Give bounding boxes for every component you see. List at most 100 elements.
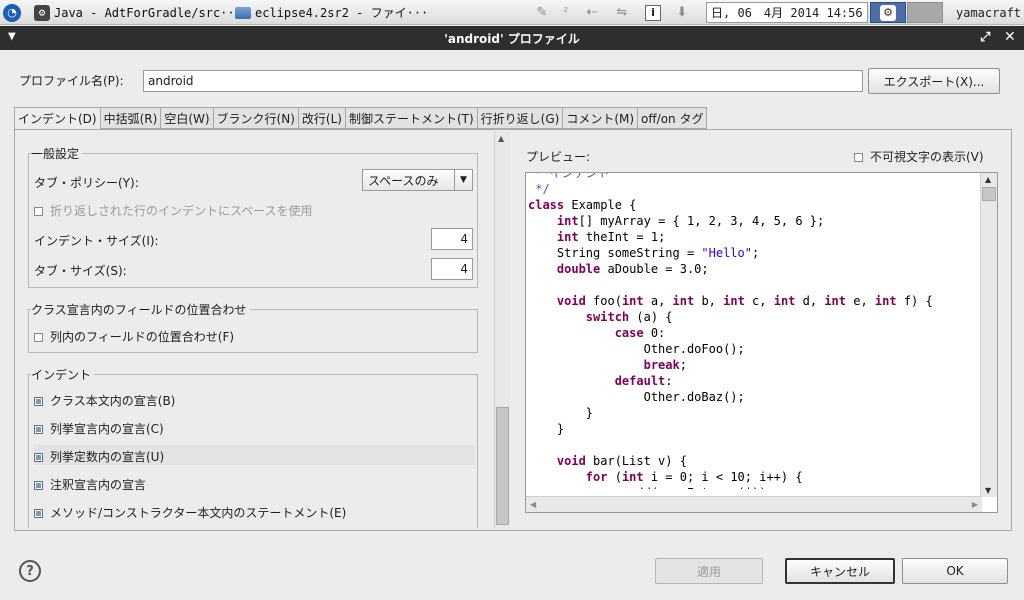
indent-checkbox[interactable] — [34, 509, 43, 518]
tab-line-wrapping[interactable]: 行折り返し(G) — [477, 107, 564, 129]
dialog-title: 'android' プロファイル — [444, 31, 580, 46]
code-token: ; — [679, 358, 687, 372]
code-token: String someString = — [528, 246, 702, 260]
code-token: void — [556, 294, 586, 308]
tray-edit[interactable]: ✎ — [534, 0, 550, 25]
tray-network[interactable]: ⇋ — [614, 0, 630, 25]
field-alignment-title: クラス宣言内のフィールドの位置合わせ — [31, 301, 250, 318]
taskbar: ◔ ⚙ Java - AdtForGradle/src··· eclipse4.… — [0, 0, 1024, 25]
indent-size-input[interactable]: 4 — [431, 228, 473, 250]
wrap-indent-label: 折り返しされた行のインデントにスペースを使用 — [50, 204, 313, 218]
tab-indent[interactable]: インデント(D) — [14, 107, 101, 130]
code-token: 0: — [643, 326, 666, 340]
tab-whitespace[interactable]: 空白(W) — [161, 107, 214, 129]
tab-blank-lines[interactable]: ブランク行(N) — [213, 107, 299, 129]
indent-option[interactable]: 注釈宣言内の宣言 — [34, 476, 146, 493]
show-invisible-label: 不可視文字の表示(V) — [870, 150, 984, 164]
code-text: * インデント */class Example { int[] myArray … — [528, 173, 978, 489]
scroll-right-icon[interactable]: ▶ — [972, 500, 978, 509]
code-preview[interactable]: * インデント */class Example { int[] myArray … — [525, 172, 998, 513]
taskbar-window-folder[interactable]: eclipse4.2sr2 - ファイ··· — [235, 0, 428, 25]
close-icon[interactable]: ✕ — [1004, 29, 1016, 45]
tab-off-on-tags[interactable]: off/on タグ — [638, 107, 708, 129]
preview-horizontal-scrollbar[interactable]: ◀ ▶ — [526, 496, 982, 512]
code-line: v.add(new Integer(i)); — [528, 485, 978, 489]
code-token: double — [556, 262, 601, 276]
ok-button[interactable]: OK — [902, 558, 1008, 584]
indent-checkbox[interactable] — [34, 425, 43, 434]
tray-sleep[interactable]: ᶻ — [558, 0, 574, 25]
folder-icon — [235, 6, 251, 19]
window-menu-icon[interactable]: ▼ — [8, 31, 16, 42]
scroll-up-icon[interactable]: ▲ — [985, 175, 991, 184]
code-token: break — [643, 358, 680, 372]
tab-strip: インデント(D) 中括弧(R) 空白(W) ブランク行(N) 改行(L) 制御ス… — [14, 107, 708, 130]
indent-option[interactable]: 列挙宣言内の宣言(C) — [34, 420, 164, 437]
code-token: int — [556, 214, 579, 228]
settings-scrollbar[interactable]: ▲ — [494, 131, 510, 528]
settings-scroll-thumb[interactable] — [496, 407, 509, 525]
settings-pane: 一般設定 タブ・ポリシー(Y): スペースのみ ▼ 折り返しされた行のインデント… — [26, 140, 493, 528]
indent-option[interactable]: メソッド/コンストラクター本文内のステートメント(E) — [34, 504, 346, 521]
scroll-left-icon[interactable]: ◀ — [530, 500, 536, 509]
preview-vertical-scrollbar[interactable]: ▲ ▼ — [980, 173, 997, 497]
indent-size-label: インデント・サイズ(I): — [34, 234, 159, 248]
code-line: void foo(int a, int b, int c, int d, int… — [528, 293, 978, 309]
workspace-2[interactable] — [907, 2, 943, 23]
indent-option[interactable]: 列挙定数内の宣言(U) — [34, 448, 164, 465]
indent-option[interactable]: クラス本文内の宣言(B) — [34, 392, 175, 409]
code-token: case — [614, 326, 644, 340]
tray-download[interactable]: ⬇ — [674, 0, 690, 25]
export-button[interactable]: エクスポート(X)... — [868, 68, 1000, 94]
apply-button[interactable]: 適用 — [655, 558, 763, 584]
code-token: int — [621, 294, 644, 308]
code-token: b, — [694, 294, 724, 308]
workspace-gear-icon: ⚙ — [880, 4, 896, 21]
maximize-icon[interactable]: ⤢ — [980, 30, 990, 45]
code-token: "Hello" — [701, 246, 752, 260]
align-columns-checkbox[interactable] — [34, 333, 43, 342]
code-token: v.add(new Integer(i)); — [528, 486, 774, 489]
tray-arrow[interactable]: ⇠ — [584, 0, 600, 25]
dialog-titlebar: ▼ 'android' プロファイル ⤢ ✕ — [0, 26, 1024, 50]
code-line: Other.doBaz(); — [528, 389, 978, 405]
workspace-1[interactable]: ⚙ — [870, 2, 906, 23]
show-invisible-checkbox[interactable] — [854, 153, 863, 162]
tab-braces[interactable]: 中括弧(R) — [100, 107, 162, 129]
taskbar-window-java[interactable]: ⚙ Java - AdtForGradle/src··· — [34, 0, 242, 25]
tab-control-statements[interactable]: 制御ステートメント(T) — [345, 107, 478, 129]
user-name[interactable]: yamacraft — [956, 0, 1021, 25]
code-line: } — [528, 405, 978, 421]
tray-info[interactable]: i — [645, 0, 661, 25]
code-token: int — [621, 470, 644, 484]
show-invisible-option[interactable]: 不可視文字の表示(V) — [854, 148, 984, 165]
code-token: int — [672, 294, 695, 308]
align-columns-option[interactable]: 列内のフィールドの位置合わせ(F) — [34, 328, 234, 345]
code-token: int — [556, 230, 579, 244]
indent-checkbox[interactable] — [34, 397, 43, 406]
clock[interactable]: 日, 06 4月 2014 14:56 — [706, 2, 868, 23]
scroll-down-icon[interactable]: ▼ — [985, 486, 991, 495]
indent-option-label: 列挙定数内の宣言(U) — [50, 450, 165, 464]
code-line: case 0: — [528, 325, 978, 341]
preview-scroll-thumb[interactable] — [982, 187, 996, 201]
cancel-button[interactable]: キャンセル — [785, 558, 895, 584]
code-token: void — [556, 454, 586, 468]
code-line: * インデント — [528, 173, 978, 181]
code-token: int — [824, 294, 846, 308]
help-icon[interactable]: ? — [19, 560, 41, 582]
tab-comments[interactable]: コメント(M) — [563, 107, 639, 129]
scroll-up-icon[interactable]: ▲ — [498, 134, 504, 143]
indent-checkbox[interactable] — [34, 481, 43, 490]
tab-size-input[interactable]: 4 — [431, 258, 473, 280]
sleep-icon: ᶻ — [563, 5, 569, 20]
tab-new-lines[interactable]: 改行(L) — [298, 107, 346, 129]
start-button[interactable]: ◔ — [3, 0, 21, 25]
indent-checkbox[interactable] — [34, 453, 43, 462]
profile-name-input[interactable]: android — [143, 70, 863, 92]
tab-policy-select[interactable]: スペースのみ ▼ — [362, 169, 473, 191]
